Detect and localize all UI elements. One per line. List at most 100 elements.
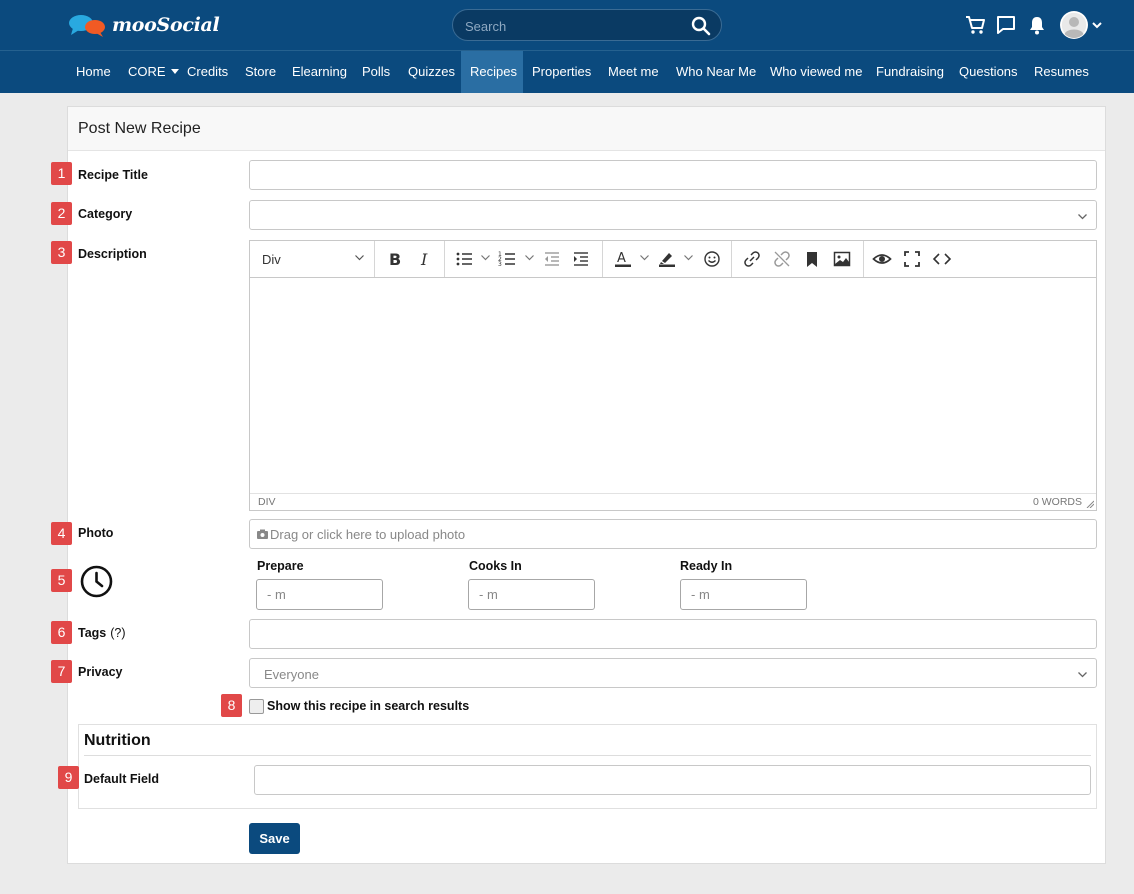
logo[interactable]: mooSocial — [68, 12, 220, 38]
page-title: Post New Recipe — [78, 120, 201, 137]
format-dropdown[interactable]: Div — [250, 241, 375, 277]
nav-item-properties[interactable]: Properties — [523, 51, 600, 93]
tags-label: Tags (?) — [78, 626, 126, 640]
preview-eye-icon[interactable] — [872, 249, 892, 269]
nav-item-credits[interactable]: Credits — [178, 51, 237, 93]
step-badge: 2 — [51, 202, 72, 225]
show-in-search-label[interactable]: Show this recipe in search results — [267, 699, 469, 713]
tags-help-link[interactable]: (?) — [110, 626, 125, 640]
recipe-title-input[interactable] — [249, 160, 1097, 190]
nav-item-label: Properties — [532, 64, 592, 79]
tags-label-text: Tags — [78, 626, 107, 640]
card-header: Post New Recipe — [68, 107, 1105, 151]
fullscreen-icon[interactable] — [902, 249, 922, 269]
link-icon[interactable] — [742, 249, 762, 269]
chevron-down-icon[interactable] — [525, 253, 534, 262]
cooks-in-time-input[interactable] — [468, 579, 595, 610]
search-input[interactable] — [465, 17, 675, 35]
italic-icon[interactable]: I — [415, 249, 435, 269]
privacy-label: Privacy — [78, 665, 123, 679]
bullet-list-icon[interactable] — [455, 249, 475, 269]
highlight-color-icon[interactable] — [657, 249, 677, 269]
post-recipe-card: Post New Recipe 1 Recipe Title 2 Categor… — [51, 106, 1106, 864]
top-header: mooSocial — [0, 0, 1134, 50]
save-button[interactable]: Save — [249, 823, 300, 854]
text-color-icon[interactable]: A — [613, 249, 633, 269]
chevron-down-icon[interactable] — [1091, 19, 1103, 31]
divider — [84, 755, 1091, 756]
nav-item-label: Quizzes — [408, 64, 455, 79]
privacy-value: Everyone — [264, 667, 319, 682]
nav-item-store[interactable]: Store — [236, 51, 285, 93]
nav-item-label: Questions — [959, 64, 1018, 79]
nav-item-who-viewed-me[interactable]: Who viewed me — [761, 51, 871, 93]
chat-icon[interactable] — [995, 14, 1017, 36]
nav-item-questions[interactable]: Questions — [950, 51, 1027, 93]
nutrition-title: Nutrition — [84, 732, 151, 749]
search-icon[interactable] — [691, 16, 711, 36]
bold-icon[interactable]: B — [385, 249, 405, 269]
nav-item-label: CORE — [128, 64, 166, 79]
nav-item-elearning[interactable]: Elearning — [283, 51, 356, 93]
list-group: 123 — [445, 241, 603, 277]
numbered-list-icon[interactable]: 123 — [498, 249, 518, 269]
code-view-icon[interactable] — [932, 249, 952, 269]
word-count: 0 WORDS — [1032, 496, 1082, 508]
nav-item-polls[interactable]: Polls — [353, 51, 399, 93]
element-path[interactable]: DIV — [258, 496, 276, 508]
nav-item-quizzes[interactable]: Quizzes — [399, 51, 464, 93]
default-field-input[interactable] — [254, 765, 1091, 795]
image-icon[interactable] — [832, 249, 852, 269]
ready-in-time-input[interactable] — [680, 579, 807, 610]
chevron-down-icon[interactable] — [684, 253, 693, 262]
description-label: Description — [78, 247, 147, 261]
photo-upload-dropzone[interactable]: Drag or click here to upload photo — [249, 519, 1097, 549]
show-in-search-checkbox[interactable] — [249, 699, 264, 714]
step-badge: 3 — [51, 241, 72, 264]
prepare-label: Prepare — [257, 559, 304, 573]
unlink-icon[interactable] — [772, 249, 792, 269]
nav-item-label: Fundraising — [876, 64, 944, 79]
nav-item-who-near-me[interactable]: Who Near Me — [667, 51, 765, 93]
bookmark-icon[interactable] — [802, 249, 822, 269]
nutrition-section: Nutrition 9 Default Field — [58, 724, 1097, 809]
tags-input[interactable] — [249, 619, 1097, 649]
indent-icon[interactable] — [571, 249, 591, 269]
description-editor-area[interactable] — [250, 278, 1096, 493]
chevron-down-icon[interactable] — [640, 253, 649, 262]
nav-item-label: Meet me — [608, 64, 659, 79]
nav-item-fundraising[interactable]: Fundraising — [867, 51, 953, 93]
chevron-down-icon[interactable] — [481, 253, 490, 262]
chevron-down-icon — [355, 255, 364, 261]
nav-item-recipes[interactable]: Recipes — [461, 51, 523, 93]
recipe-title-label: Recipe Title — [78, 168, 148, 182]
svg-text:B: B — [389, 250, 401, 269]
svg-text:A: A — [617, 251, 626, 266]
avatar-person-icon — [1060, 11, 1088, 39]
step-badge: 8 — [221, 694, 242, 717]
step-badge: 7 — [51, 660, 72, 683]
user-avatar[interactable] — [1060, 11, 1088, 39]
main-nav: Home CORE Credits Store Elearning Polls … — [0, 50, 1134, 93]
privacy-select[interactable]: Everyone — [249, 658, 1097, 688]
outdent-icon[interactable] — [542, 249, 562, 269]
text-style-group: B I — [375, 241, 445, 277]
step-badge: 6 — [51, 621, 72, 644]
chevron-down-icon — [1078, 672, 1087, 678]
cart-icon[interactable] — [964, 14, 986, 36]
insert-group — [732, 241, 864, 277]
bell-icon[interactable] — [1026, 14, 1048, 36]
nav-item-meet-me[interactable]: Meet me — [599, 51, 668, 93]
nav-item-home[interactable]: Home — [67, 51, 120, 93]
prepare-time-input[interactable] — [256, 579, 383, 610]
resize-handle-icon[interactable] — [1085, 499, 1094, 508]
category-select[interactable] — [249, 200, 1097, 230]
nav-item-resumes[interactable]: Resumes — [1025, 51, 1098, 93]
search-box — [452, 9, 722, 41]
emoji-icon[interactable] — [702, 249, 722, 269]
step-badge: 1 — [51, 162, 72, 185]
photo-label: Photo — [78, 526, 114, 540]
editor-toolbar: Div B I 123 A — [250, 241, 1096, 278]
view-group — [864, 241, 964, 277]
nav-item-label: Home — [76, 64, 111, 79]
